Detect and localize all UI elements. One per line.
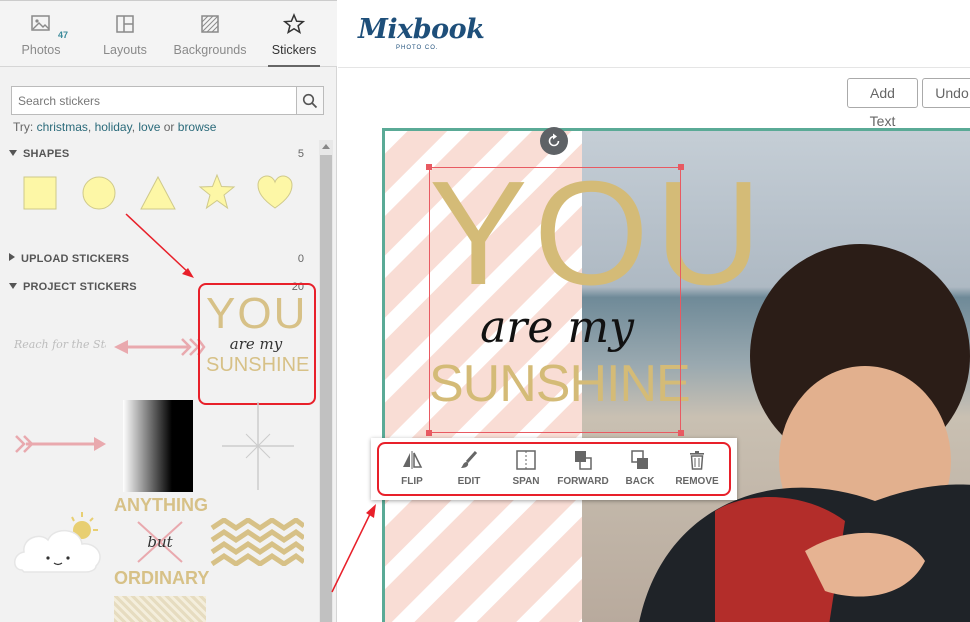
heart-shape-sticker[interactable]: [256, 174, 294, 210]
suggestion-browse[interactable]: browse: [178, 120, 217, 134]
span-label: SPAN: [512, 476, 540, 487]
search-box: [11, 86, 324, 115]
tab-layouts-label: Layouts: [103, 43, 147, 57]
tab-layouts[interactable]: Layouts: [94, 5, 156, 65]
sticker-ordinary-text: ORDINARY: [114, 568, 210, 588]
rotate-icon: [548, 133, 560, 147]
expand-triangle-icon: [9, 253, 15, 261]
bring-forward-icon: [575, 451, 592, 470]
left-panel: 47 Photos Layouts Backgrounds Stickers S…: [0, 0, 337, 622]
page-canvas[interactable]: YOU are my SUNSHINE: [382, 128, 970, 622]
flip-button[interactable]: FLIP: [383, 450, 441, 487]
paintbrush-icon: [461, 450, 478, 468]
section-upload-label: UPLOAD STICKERS: [21, 253, 130, 265]
layouts-icon: [94, 13, 156, 41]
remove-button[interactable]: REMOVE: [668, 450, 726, 487]
backgrounds-icon: [168, 13, 252, 41]
back-label: BACK: [625, 476, 655, 487]
black-gradient-sticker[interactable]: [123, 400, 193, 492]
reach-for-stars-sticker[interactable]: Reach for the Stars: [14, 338, 106, 351]
suggestion-holiday[interactable]: holiday: [95, 120, 132, 134]
section-shapes[interactable]: SHAPES: [9, 148, 69, 160]
suggestions-prefix: Try:: [13, 120, 34, 134]
square-shape-sticker[interactable]: [22, 175, 58, 211]
sticker-but-text: but: [147, 533, 173, 551]
upload-count: 0: [297, 253, 304, 265]
suggestion-love[interactable]: love: [138, 120, 160, 134]
section-project-stickers[interactable]: PROJECT STICKERS: [9, 281, 137, 293]
sticker-highlight-box: [198, 283, 316, 405]
rotate-button[interactable]: [540, 127, 568, 155]
gold-glitter-sticker[interactable]: [114, 596, 206, 622]
span-button[interactable]: SPAN: [497, 450, 555, 487]
resize-handle-top-left[interactable]: [426, 164, 432, 170]
scroll-up-arrow[interactable]: [322, 144, 330, 149]
logo-text: Mixbook: [358, 14, 485, 45]
undo-button[interactable]: Undo: [922, 78, 970, 108]
edit-label: EDIT: [457, 476, 481, 487]
collapse-triangle-icon: [9, 283, 17, 289]
mixbook-logo[interactable]: Mixbook PHOTO CO.: [358, 14, 485, 51]
pink-arrow-sticker[interactable]: [110, 336, 206, 358]
anything-but-ordinary-sticker[interactable]: ANYTHING but ORDINARY: [114, 494, 210, 588]
tab-stickers-label: Stickers: [271, 43, 317, 57]
logo-subtext: PHOTO CO.: [396, 45, 439, 51]
tab-backgrounds[interactable]: Backgrounds: [168, 5, 252, 65]
sticker-anything-text: ANYTHING: [114, 495, 208, 515]
send-back-icon: [631, 450, 648, 469]
resize-handle-top-right[interactable]: [678, 164, 684, 170]
tab-photos[interactable]: 47 Photos: [10, 5, 72, 65]
suggestions-or: or: [163, 120, 175, 134]
photo-count-badge: 47: [58, 30, 69, 40]
search-button[interactable]: [296, 87, 323, 114]
circle-shape-sticker[interactable]: [81, 175, 117, 211]
span-icon: [516, 450, 536, 470]
suggestion-christmas[interactable]: christmas: [37, 120, 88, 134]
flip-icon: [403, 451, 423, 469]
tab-photos-label: Photos: [21, 43, 61, 57]
header-divider: [338, 67, 970, 68]
annotation-arrow: [125, 213, 194, 278]
star-shape-sticker[interactable]: [198, 173, 236, 211]
forward-label: FORWARD: [557, 476, 609, 487]
search-input[interactable]: [12, 87, 298, 114]
sparkle-sticker[interactable]: [220, 400, 296, 492]
edit-button[interactable]: EDIT: [440, 450, 498, 487]
gold-chevron-sticker[interactable]: [210, 518, 304, 566]
triangle-shape-sticker[interactable]: [139, 175, 177, 211]
flip-label: FLIP: [401, 476, 423, 487]
annotation-arrow-2: [331, 504, 376, 593]
send-back-button[interactable]: BACK: [611, 450, 669, 487]
bring-forward-button[interactable]: FORWARD: [554, 450, 612, 487]
tab-backgrounds-label: Backgrounds: [173, 43, 247, 57]
star-icon: [268, 13, 320, 41]
search-suggestions: Try: christmas, holiday, love or browse: [13, 120, 217, 134]
tab-bar: 47 Photos Layouts Backgrounds Stickers: [0, 0, 337, 67]
section-shapes-label: SHAPES: [23, 148, 70, 160]
pink-arrow-sticker-2[interactable]: [12, 432, 108, 456]
selection-frame[interactable]: [429, 167, 681, 433]
add-text-button[interactable]: Add Text: [847, 78, 918, 129]
resize-handle-bottom-right[interactable]: [678, 430, 684, 436]
collapse-triangle-icon: [9, 150, 17, 156]
remove-label: REMOVE: [675, 476, 719, 487]
reach-sticker-text: Reach for the Stars: [14, 338, 106, 351]
sun-cloud-sticker[interactable]: [10, 510, 110, 576]
section-upload-stickers[interactable]: UPLOAD STICKERS: [9, 253, 129, 265]
shapes-count: 5: [297, 148, 304, 160]
tab-stickers[interactable]: Stickers: [268, 5, 320, 67]
trash-icon: [690, 451, 704, 470]
resize-handle-bottom-left[interactable]: [426, 430, 432, 436]
search-icon: [302, 93, 318, 108]
